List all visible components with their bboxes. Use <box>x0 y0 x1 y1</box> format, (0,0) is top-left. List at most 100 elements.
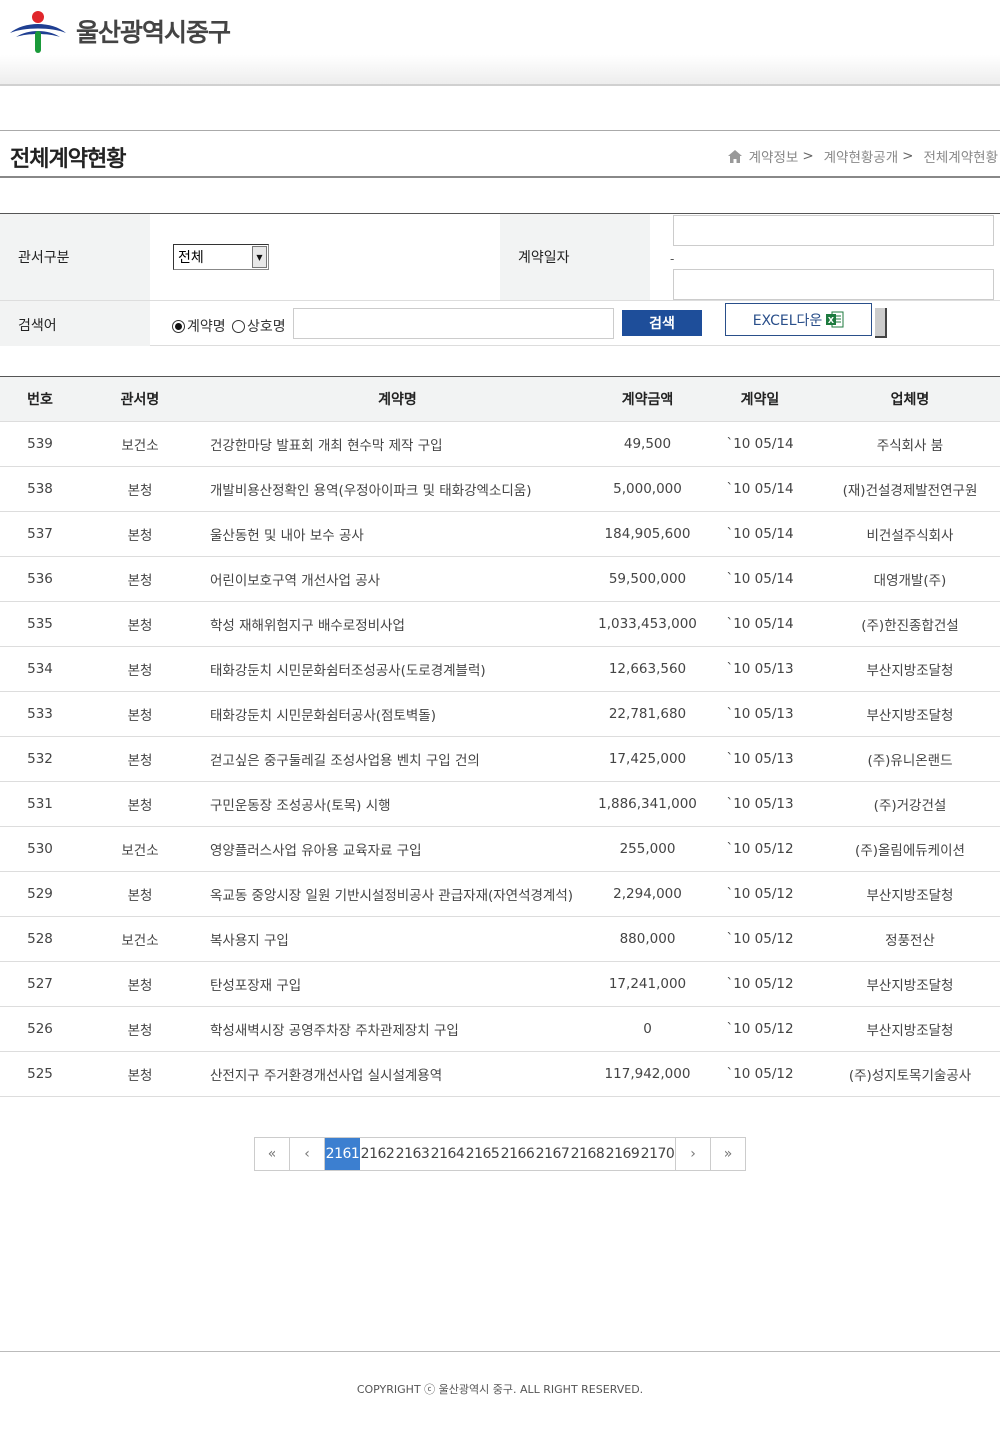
table-row[interactable]: 532 본청 걷고싶은 중구둘레길 조성사업용 벤치 구입 건의 17,425,000… <box>0 737 1000 782</box>
row-date: `10 05/14 <box>726 616 794 632</box>
row-number: 531 <box>27 796 53 812</box>
radio-contract-label: 계약명 <box>187 319 226 335</box>
date-from-input[interactable] <box>673 215 994 246</box>
page-number[interactable]: 2163 <box>395 1138 430 1170</box>
row-amount: 2,294,000 <box>613 886 682 902</box>
excel-download-button[interactable]: EXCEL다운 X <box>725 303 872 336</box>
row-vendor: (주)성지토목기술공사 <box>848 1068 972 1084</box>
table-row[interactable]: 533 본청 태화강둔치 시민문화쉼터공사(점토벽돌) 22,781,680 `10 0… <box>0 692 1000 737</box>
page-number[interactable]: 2166 <box>500 1138 535 1170</box>
last-page-button[interactable]: » <box>710 1138 745 1170</box>
row-contract-name[interactable]: 태화강둔치 시민문화쉼터공사(점토벽돌) <box>210 692 590 736</box>
table-row[interactable]: 539 보건소 건강한마당 발표회 개최 현수막 제작 구입 49,500 `10 05… <box>0 422 1000 467</box>
breadcrumb-item[interactable]: 계약현황공개 <box>824 146 899 166</box>
breadcrumb-current[interactable]: 전체계약현황 <box>923 146 998 166</box>
row-dept: 본청 <box>127 708 153 724</box>
site-logo[interactable]: 울산광역시중구 <box>10 9 231 53</box>
radio-company-name[interactable]: 상호명 <box>232 316 286 336</box>
row-amount: 49,500 <box>623 436 672 452</box>
row-date: `10 05/13 <box>726 751 794 767</box>
row-contract-name[interactable]: 구민운동장 조성공사(토목) 시행 <box>210 782 590 826</box>
keyword-input[interactable] <box>293 308 614 339</box>
row-contract-name[interactable]: 걷고싶은 중구둘레길 조성사업용 벤치 구입 건의 <box>210 737 590 781</box>
first-page-button[interactable]: « <box>255 1138 290 1170</box>
row-contract-name[interactable]: 복사용지 구입 <box>210 917 590 961</box>
home-icon[interactable] <box>727 149 742 163</box>
row-contract-name[interactable]: 울산동헌 및 내아 보수 공사 <box>210 512 590 556</box>
row-vendor: (주)거강건설 <box>873 798 947 814</box>
row-number: 538 <box>27 481 53 497</box>
row-date: `10 05/14 <box>726 436 794 452</box>
title-bar: 전체계약현황 계약정보 > 계약현황공개 > 전체계약현황 <box>0 130 1000 178</box>
table-row[interactable]: 527 본청 탄성포장재 구입 17,241,000 `10 05/12 부산지방조달청 <box>0 962 1000 1007</box>
row-dept: 보건소 <box>121 438 159 454</box>
row-vendor: 부산지방조달청 <box>866 888 954 904</box>
page-number[interactable]: 2169 <box>605 1138 640 1170</box>
page-number[interactable]: 2164 <box>430 1138 465 1170</box>
table-row[interactable]: 535 본청 학성 재해위험지구 배수로정비사업 1,033,453,000 `10 0… <box>0 602 1000 647</box>
breadcrumb: 계약정보 > 계약현황공개 > 전체계약현황 <box>727 146 998 166</box>
radio-company-dot[interactable] <box>232 319 245 333</box>
logo-mark-icon <box>10 11 66 53</box>
prev-page-button[interactable]: ‹ <box>290 1138 325 1170</box>
row-contract-name[interactable]: 어린이보호구역 개선사업 공사 <box>210 557 590 601</box>
page-number[interactable]: 2170 <box>640 1138 675 1170</box>
row-dept: 본청 <box>127 483 153 499</box>
table-row[interactable]: 525 본청 산전지구 주거환경개선사업 실시설계용역 117,942,000 `10 … <box>0 1052 1000 1097</box>
row-amount: 59,500,000 <box>608 571 687 587</box>
row-date: `10 05/13 <box>726 706 794 722</box>
page-number[interactable]: 2165 <box>465 1138 500 1170</box>
chevron-down-icon[interactable]: ▼ <box>252 246 267 268</box>
radio-contract-dot[interactable] <box>172 319 185 333</box>
radio-company-label: 상호명 <box>247 319 286 335</box>
row-vendor: 부산지방조달청 <box>866 663 954 679</box>
date-to-input[interactable] <box>673 269 994 300</box>
row-date: `10 05/13 <box>726 661 794 677</box>
search-button[interactable]: 검색 <box>622 310 702 336</box>
excel-download-label: EXCEL다운 <box>752 312 823 329</box>
page-number[interactable]: 2168 <box>570 1138 605 1170</box>
next-page-button[interactable]: › <box>675 1138 710 1170</box>
dept-select[interactable]: 전체 ▼ <box>173 244 269 270</box>
row-contract-name[interactable]: 영양플러스사업 유아용 교육자료 구입 <box>210 827 590 871</box>
table-row[interactable]: 531 본청 구민운동장 조성공사(토목) 시행 1,886,341,000 `10 0… <box>0 782 1000 827</box>
row-dept: 보건소 <box>121 933 159 949</box>
row-vendor: (재)건설경제발전연구원 <box>842 483 978 499</box>
table-row[interactable]: 538 본청 개발비용산정확인 용역(우정아이파크 및 태화강엑소디움) 5,000,… <box>0 467 1000 512</box>
row-dept: 보건소 <box>121 843 159 859</box>
table-row[interactable]: 530 보건소 영양플러스사업 유아용 교육자료 구입 255,000 `10 05/1… <box>0 827 1000 872</box>
row-contract-name[interactable]: 개발비용산정확인 용역(우정아이파크 및 태화강엑소디움) <box>210 467 590 511</box>
row-contract-name[interactable]: 탄성포장재 구입 <box>210 962 590 1006</box>
row-date: `10 05/14 <box>726 481 794 497</box>
search-form: 관서구분 전체 ▼ 계약일자 - 검색어 계약명 상호명 검색 EXCEL다운 <box>0 213 1000 346</box>
logo-text: 울산광역시중구 <box>76 18 231 47</box>
table-row[interactable]: 534 본청 태화강둔치 시민문화쉼터조성공사(도로경계블럭) 12,663,560 `… <box>0 647 1000 692</box>
row-contract-name[interactable]: 학성 재해위험지구 배수로정비사업 <box>210 602 590 646</box>
row-number: 534 <box>27 661 53 677</box>
page-number-current[interactable]: 2161 <box>325 1138 360 1170</box>
row-contract-name[interactable]: 태화강둔치 시민문화쉼터조성공사(도로경계블럭) <box>210 647 590 691</box>
row-vendor: 주식회사 붐 <box>876 438 944 454</box>
row-number: 530 <box>27 841 53 857</box>
row-number: 532 <box>27 751 53 767</box>
page-number[interactable]: 2162 <box>360 1138 395 1170</box>
page-title: 전체계약현황 <box>10 147 126 172</box>
table-row[interactable]: 537 본청 울산동헌 및 내아 보수 공사 184,905,600 `10 05/14… <box>0 512 1000 557</box>
radio-contract-name[interactable]: 계약명 <box>172 316 226 336</box>
row-vendor: 비건설주식회사 <box>866 528 954 544</box>
table-row[interactable]: 529 본청 옥교동 중앙시장 일원 기반시설정비공사 관급자재(자연석경계석) 2,… <box>0 872 1000 917</box>
dept-label: 관서구분 <box>0 214 150 300</box>
row-contract-name[interactable]: 건강한마당 발표회 개최 현수막 제작 구입 <box>210 422 590 466</box>
row-contract-name[interactable]: 학성새벽시장 공영주차장 주차관제장치 구입 <box>210 1007 590 1051</box>
table-row[interactable]: 536 본청 어린이보호구역 개선사업 공사 59,500,000 `10 05/14 대… <box>0 557 1000 602</box>
row-contract-name[interactable]: 산전지구 주거환경개선사업 실시설계용역 <box>210 1052 590 1096</box>
breadcrumb-item[interactable]: 계약정보 <box>749 146 799 166</box>
row-dept: 본청 <box>127 618 153 634</box>
table-row[interactable]: 528 보건소 복사용지 구입 880,000 `10 05/12 정풍전산 <box>0 917 1000 962</box>
page-number[interactable]: 2167 <box>535 1138 570 1170</box>
row-date: `10 05/12 <box>726 886 794 902</box>
table-row[interactable]: 526 본청 학성새벽시장 공영주차장 주차관제장치 구입 0 `10 05/12 부산지… <box>0 1007 1000 1052</box>
row-contract-name[interactable]: 옥교동 중앙시장 일원 기반시설정비공사 관급자재(자연석경계석) <box>210 872 590 916</box>
breadcrumb-separator: > <box>902 148 914 164</box>
scroll-handle[interactable] <box>875 308 887 338</box>
